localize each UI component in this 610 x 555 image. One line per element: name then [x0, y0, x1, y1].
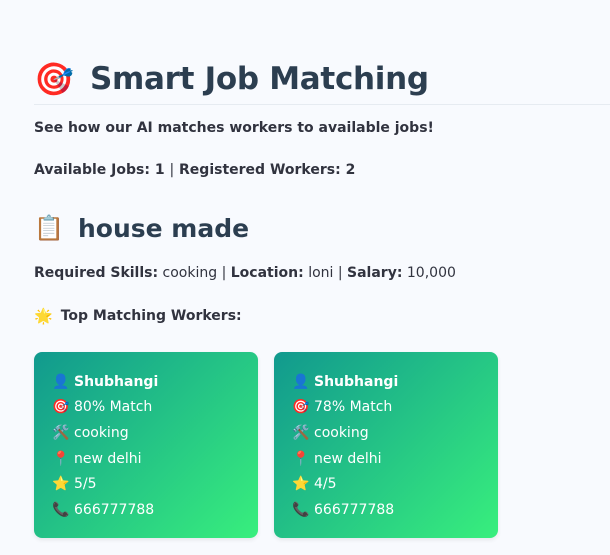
worker-skill: cooking	[314, 424, 369, 441]
worker-name: Shubhangi	[74, 373, 159, 390]
worker-phone: 666777788	[314, 501, 395, 518]
separator: |	[221, 265, 227, 281]
target-icon: 🎯	[34, 60, 74, 98]
job-worker-counts: Available Jobs: 1 | Registered Workers: …	[34, 162, 355, 178]
salary-value: 10,000	[406, 265, 456, 281]
location-pin-icon: 📍	[292, 450, 310, 467]
registered-workers-label: Registered Workers:	[179, 162, 341, 178]
separator: |	[169, 162, 175, 178]
worker-card: 👤 Shubhangi 🎯 78% Match 🛠️ cooking 📍 new del…	[274, 352, 498, 538]
location-value: loni	[308, 265, 334, 281]
match-score: 78% Match	[314, 399, 393, 416]
available-jobs-value: 1	[154, 162, 165, 178]
job-details: Required Skills: cooking | Location: lon…	[34, 265, 456, 281]
worker-skill: cooking	[74, 424, 129, 441]
job-title: house made	[78, 213, 250, 243]
job-header: 📋 house made	[34, 210, 249, 246]
skills-label: Required Skills:	[34, 265, 159, 281]
sun-icon: 🌟	[34, 307, 53, 325]
separator: |	[337, 265, 343, 281]
worker-cards: 👤 Shubhangi 🎯 80% Match 🛠️ cooking 📍 new del…	[34, 352, 514, 538]
person-icon: 👤	[52, 373, 70, 390]
page-title: Smart Job Matching	[90, 61, 429, 97]
worker-phone: 666777788	[74, 501, 155, 518]
worker-name: Shubhangi	[314, 373, 399, 390]
registered-workers-value: 2	[345, 162, 356, 178]
available-jobs-label: Available Jobs:	[34, 162, 150, 178]
worker-card: 👤 Shubhangi 🎯 80% Match 🛠️ cooking 📍 new del…	[34, 352, 258, 538]
location-pin-icon: 📍	[52, 450, 70, 467]
match-score: 80% Match	[74, 399, 153, 416]
target-icon: 🎯	[292, 399, 310, 416]
person-icon: 👤	[292, 373, 310, 390]
location-label: Location:	[230, 265, 304, 281]
tools-icon: 🛠️	[52, 424, 70, 441]
phone-icon: 📞	[52, 501, 70, 518]
target-icon: 🎯	[52, 399, 70, 416]
skills-value: cooking	[162, 265, 218, 281]
salary-label: Salary:	[347, 265, 403, 281]
worker-rating: 5/5	[74, 476, 97, 493]
intro-text: See how our AI matches workers to availa…	[34, 120, 434, 136]
worker-location: new delhi	[314, 450, 382, 467]
star-icon: ⭐	[292, 476, 310, 493]
worker-location: new delhi	[74, 450, 142, 467]
top-matches-label: Top Matching Workers:	[60, 308, 242, 324]
clipboard-icon: 📋	[34, 214, 64, 242]
top-matches-heading: 🌟 Top Matching Workers:	[34, 307, 242, 325]
tools-icon: 🛠️	[292, 424, 310, 441]
star-icon: ⭐	[52, 476, 70, 493]
worker-rating: 4/5	[314, 476, 337, 493]
page-header: 🎯 Smart Job Matching	[34, 54, 610, 105]
phone-icon: 📞	[292, 501, 310, 518]
